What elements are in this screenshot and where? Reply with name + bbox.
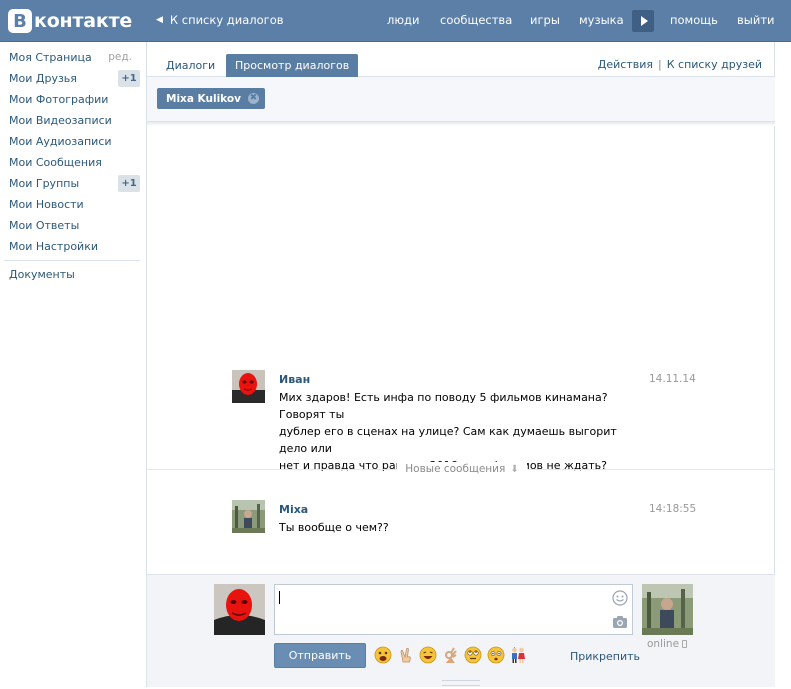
sidebar-item-groups[interactable]: Мои Группы +1 <box>9 173 140 194</box>
music-play-button[interactable] <box>632 10 654 32</box>
friends-list-link[interactable]: К списку друзей <box>667 58 762 71</box>
attach-link[interactable]: Прикрепить <box>570 650 640 663</box>
sidebar-item-audio[interactable]: Мои Аудиозаписи <box>9 131 140 152</box>
sidebar-item-news[interactable]: Мои Новости <box>9 194 140 215</box>
peer-online-status: online <box>647 638 688 650</box>
sidebar-item-label: Мои Аудиозаписи <box>9 135 112 148</box>
sidebar-item-photos[interactable]: Мои Фотографии <box>9 89 140 110</box>
arrow-down-icon: ⬇ <box>510 463 519 475</box>
message-line: Ты вообще о чем?? <box>279 521 389 534</box>
emoji-rolling-eyes-icon[interactable] <box>464 646 482 664</box>
self-avatar[interactable] <box>214 584 265 635</box>
top-header: B контакте ◀ К списку диалогов люди сооб… <box>0 0 791 42</box>
send-button[interactable]: Отправить <box>274 643 366 668</box>
peer-bar: Mixa Kulikov ✖ <box>147 77 775 122</box>
sidebar-item-messages[interactable]: Мои Сообщения <box>9 152 140 173</box>
camera-icon[interactable] <box>612 615 628 629</box>
sidebar-item-friends[interactable]: Мои Друзья +1 <box>9 68 140 89</box>
peer-avatar[interactable] <box>642 584 693 635</box>
new-messages-label: Новые сообщения ⬇ <box>397 462 527 476</box>
play-icon <box>640 16 648 26</box>
vk-logo-mark: B <box>8 9 32 33</box>
sidebar-item-videos[interactable]: Мои Видеозаписи <box>9 110 140 131</box>
emoji-laugh-icon[interactable] <box>419 646 437 664</box>
emoji-astonished-icon[interactable] <box>487 646 505 664</box>
sidebar-item-label: Мои Группы <box>9 177 80 190</box>
message-text: Ты вообще о чем?? <box>279 519 639 536</box>
sidebar-item-label: Мои Ответы <box>9 219 80 232</box>
avatar-ivan[interactable] <box>232 370 265 403</box>
smile-icon[interactable] <box>612 590 628 606</box>
sidebar-edit-link[interactable]: ред. <box>108 51 132 63</box>
actions-separator: | <box>658 58 662 71</box>
tabs-bar: Диалоги Просмотр диалогов Действия | К с… <box>147 42 775 77</box>
sidebar-item-label: Мои Настройки <box>9 240 98 253</box>
chevron-left-icon: ◀ <box>156 15 163 25</box>
emoji-ok-hand-icon[interactable] <box>442 646 460 664</box>
avatar-mixa[interactable] <box>232 500 265 533</box>
online-text: online <box>647 638 680 650</box>
nav-help[interactable]: помощь <box>670 13 718 27</box>
vk-logo-text: контакте <box>34 10 133 32</box>
avatar-mixa-image <box>232 500 265 533</box>
peer-bar-shadow <box>147 122 775 126</box>
nav-music[interactable]: музыка <box>579 13 624 27</box>
sidebar-item-label: Мои Новости <box>9 198 84 211</box>
friends-count-badge[interactable]: +1 <box>118 70 140 87</box>
message-input[interactable] <box>274 584 633 635</box>
text-caret <box>279 591 280 604</box>
emoji-row <box>374 646 532 666</box>
sidebar-item-label: Мои Друзья <box>9 72 77 85</box>
tab-view-dialogs[interactable]: Просмотр диалогов <box>226 54 359 77</box>
composer: online Отправить Прикрепить <box>147 574 775 687</box>
peer-name: Mixa Kulikov <box>166 92 241 105</box>
message-line: дублер его в сценах на улице? Сам как ду… <box>279 425 617 455</box>
sidebar-item-label: Мои Видеозаписи <box>9 114 112 127</box>
actions-link[interactable]: Действия <box>598 58 653 71</box>
peer-chip[interactable]: Mixa Kulikov ✖ <box>157 88 265 109</box>
message-time: 14:18:55 <box>649 503 697 515</box>
sidebar-item-documents[interactable]: Документы <box>9 264 140 285</box>
sidebar-item-answers[interactable]: Мои Ответы <box>9 215 140 236</box>
composer-resize-handle[interactable] <box>442 680 480 686</box>
sidebar-divider <box>4 260 140 261</box>
tab-dialogs[interactable]: Диалоги <box>157 54 224 77</box>
message-time: 14.11.14 <box>649 373 696 385</box>
emoji-scream-icon[interactable] <box>374 646 392 664</box>
sidebar-item-my-page[interactable]: Моя Страница ред. <box>9 47 140 68</box>
message-author[interactable]: Иван <box>279 373 310 386</box>
self-avatar-image <box>214 584 265 635</box>
avatar-ivan-image <box>232 370 265 403</box>
dialog-panel: Диалоги Просмотр диалогов Действия | К с… <box>146 42 775 687</box>
groups-count-badge[interactable]: +1 <box>118 175 140 192</box>
back-to-dialogs-link[interactable]: ◀ К списку диалогов <box>156 13 284 27</box>
close-icon[interactable]: ✖ <box>247 93 259 104</box>
sidebar-item-label: Мои Сообщения <box>9 156 102 169</box>
back-to-dialogs-label: К списку диалогов <box>169 13 284 27</box>
sidebar-item-label: Мои Фотографии <box>9 93 109 106</box>
nav-communities[interactable]: сообщества <box>440 13 512 27</box>
top-actions: Действия | К списку друзей <box>598 58 762 71</box>
sidebar-item-label: Моя Страница <box>9 51 92 64</box>
emoji-couple-icon[interactable] <box>509 646 527 664</box>
nav-games[interactable]: игры <box>530 13 560 27</box>
peer-avatar-image <box>642 584 693 635</box>
message-line: Мих здаров! Есть инфа по поводу 5 фильмо… <box>279 391 608 421</box>
emoji-victory-hand-icon[interactable] <box>397 646 415 664</box>
message-author[interactable]: Mixa <box>279 503 308 516</box>
nav-logout[interactable]: выйти <box>737 13 775 27</box>
new-messages-text: Новые сообщения <box>405 463 506 475</box>
vk-logo[interactable]: B контакте <box>8 8 132 34</box>
mobile-icon <box>682 640 688 648</box>
sidebar-item-label: Документы <box>9 268 75 281</box>
sidebar-item-settings[interactable]: Мои Настройки <box>9 236 140 257</box>
nav-people[interactable]: люди <box>387 13 419 27</box>
